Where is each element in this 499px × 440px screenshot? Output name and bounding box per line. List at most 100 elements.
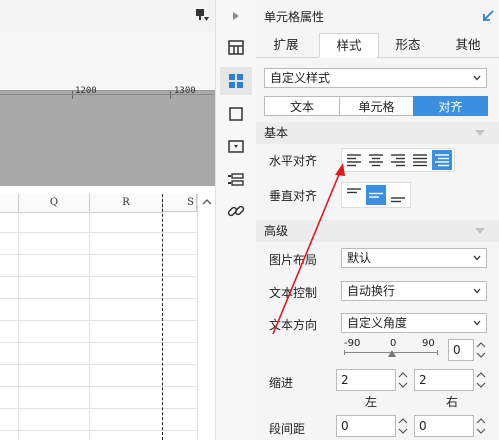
- align-center-icon[interactable]: [366, 150, 386, 170]
- tab-other[interactable]: 其他: [439, 33, 497, 57]
- indent-right-input[interactable]: 2: [414, 369, 474, 391]
- column-header-r[interactable]: R: [90, 194, 163, 213]
- column-header-blank[interactable]: [0, 194, 19, 213]
- v-align-label: 垂直对齐: [269, 189, 318, 203]
- grid-vline: [89, 212, 90, 440]
- text-control-select[interactable]: 自动换行: [341, 281, 487, 301]
- grid-row-line: [0, 320, 196, 321]
- slider-tick: [437, 350, 438, 355]
- spreadsheet-grid: [0, 186, 215, 440]
- align-justify-icon[interactable]: [410, 150, 430, 170]
- grid-row-line: [0, 298, 196, 299]
- style-grid-icon[interactable]: [226, 71, 246, 91]
- para-after-value: 0: [419, 419, 427, 433]
- basic-section-bar[interactable]: [256, 122, 499, 144]
- active-tab-gap: [319, 57, 377, 58]
- angle-max-label: 90: [422, 338, 435, 349]
- collapse-caret-icon[interactable]: [475, 228, 485, 234]
- tab-expand[interactable]: 扩展: [258, 33, 314, 57]
- border-icon[interactable]: [226, 104, 246, 124]
- scroll-up-icon[interactable]: [202, 198, 212, 206]
- grid-row-line: [0, 232, 196, 233]
- grid-row-line: [0, 364, 196, 365]
- expand-arrow-icon[interactable]: [232, 11, 240, 21]
- ruler-tick: [170, 91, 171, 99]
- grid-row-line: [0, 276, 196, 277]
- slider-tick: [344, 350, 345, 355]
- page-margin-area: 1200 1300: [0, 86, 215, 187]
- segment-cell[interactable]: 单元格: [339, 96, 414, 116]
- vertical-scrollbar[interactable]: [197, 194, 216, 440]
- indent-left-input[interactable]: 2: [336, 369, 396, 391]
- style-select-value: 自定义样式: [270, 71, 331, 85]
- align-left-icon[interactable]: [344, 150, 364, 170]
- text-control-label: 文本控制: [269, 286, 318, 300]
- chevron-down-icon: [473, 75, 481, 81]
- angle-value: 0: [453, 343, 461, 357]
- indent-left-caption: 左: [365, 395, 378, 409]
- image-layout-select[interactable]: 默认: [341, 248, 487, 268]
- text-direction-label: 文本方向: [269, 318, 318, 332]
- indent-right-value: 2: [419, 373, 427, 387]
- ruler-baseline: [0, 94, 215, 95]
- image-layout-label: 图片布局: [269, 253, 318, 267]
- angle-slider-thumb[interactable]: [388, 350, 396, 358]
- chevron-down-icon: [473, 320, 481, 326]
- grid-row-line: [0, 430, 196, 431]
- indent-left-value: 2: [341, 373, 349, 387]
- style-select[interactable]: 自定义样式: [264, 68, 487, 88]
- segment-align[interactable]: 对齐: [413, 96, 488, 116]
- indent-label: 缩进: [269, 376, 294, 390]
- condition-attribute-icon[interactable]: [226, 170, 246, 190]
- segment-text[interactable]: 文本: [264, 96, 340, 116]
- para-before-input[interactable]: 0: [336, 415, 396, 437]
- grid-row-line: [0, 386, 196, 387]
- para-after-stepper[interactable]: [475, 415, 487, 437]
- column-header-s[interactable]: S: [163, 194, 197, 212]
- advanced-section-header: 高级: [264, 224, 289, 238]
- text-control-value: 自动换行: [347, 284, 396, 298]
- collapse-caret-icon[interactable]: [475, 130, 485, 136]
- grid-row-line: [0, 342, 196, 343]
- basic-section-header: 基本: [264, 126, 289, 140]
- property-icon-bar: [215, 0, 257, 440]
- valign-bottom-icon[interactable]: [388, 185, 408, 205]
- para-after-input[interactable]: 0: [414, 415, 474, 437]
- valign-top-icon[interactable]: [344, 185, 364, 205]
- ruler-strip: [0, 32, 215, 90]
- column-header-q[interactable]: Q: [19, 194, 90, 213]
- para-before-value: 0: [341, 419, 349, 433]
- text-direction-select[interactable]: 自定义角度: [341, 313, 487, 333]
- advanced-section-bar[interactable]: [256, 220, 499, 242]
- angle-input[interactable]: 0: [448, 339, 474, 361]
- page-break-line: [162, 194, 163, 440]
- widget-icon[interactable]: [226, 137, 246, 157]
- tab-divider: [256, 57, 499, 58]
- panel-title: 单元格属性: [264, 10, 325, 24]
- canvas-toolbar: [0, 0, 215, 33]
- text-direction-value: 自定义角度: [347, 316, 408, 330]
- valign-middle-icon[interactable]: [366, 185, 386, 205]
- tab-style[interactable]: 样式: [319, 33, 379, 58]
- grid-vline: [18, 212, 19, 440]
- hyperlink-icon[interactable]: [226, 201, 246, 221]
- para-before-stepper[interactable]: [397, 415, 409, 437]
- collapse-panel-icon[interactable]: [481, 9, 495, 23]
- image-layout-value: 默认: [347, 251, 372, 265]
- h-align-label: 水平对齐: [269, 154, 318, 168]
- format-painter-icon[interactable]: [195, 8, 209, 22]
- paragraph-spacing-label: 段间距: [269, 422, 306, 436]
- indent-left-stepper[interactable]: [397, 369, 409, 391]
- angle-mid-label: 0: [390, 338, 397, 349]
- angle-min-label: -90: [344, 338, 361, 349]
- cell-expand-icon[interactable]: [226, 38, 246, 58]
- indent-right-stepper[interactable]: [475, 369, 487, 391]
- angle-stepper[interactable]: [475, 339, 487, 361]
- tab-form[interactable]: 形态: [380, 33, 436, 57]
- grid-row-line: [0, 408, 196, 409]
- grid-row-line: [0, 254, 196, 255]
- chevron-down-icon: [473, 255, 481, 261]
- ruler-tick: [72, 91, 73, 99]
- align-distributed-icon[interactable]: [432, 150, 452, 170]
- align-right-icon[interactable]: [388, 150, 408, 170]
